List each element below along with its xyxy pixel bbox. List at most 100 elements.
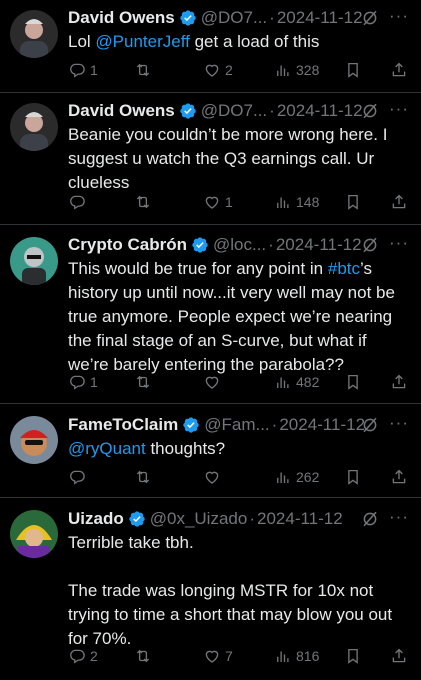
user-handle[interactable]: @0x_Uizado: [150, 509, 248, 529]
grok-icon[interactable]: [361, 416, 379, 434]
grok-icon[interactable]: [361, 9, 379, 27]
bookmark-button[interactable]: [344, 468, 366, 486]
views-button[interactable]: 816: [274, 647, 319, 665]
avatar[interactable]: [10, 103, 58, 151]
bookmark-button[interactable]: [344, 647, 366, 665]
view-count: 482: [296, 374, 320, 390]
view-count: 262: [296, 469, 320, 485]
tweet[interactable]: Crypto Cabrón @loc... · 2024-11-12 ··· T…: [0, 225, 421, 404]
view-count: 816: [296, 648, 320, 664]
tweet[interactable]: David Owens @DO7... · 2024-11-12 ··· Bea…: [0, 93, 421, 225]
view-count: 148: [296, 194, 320, 210]
tweet-date[interactable]: 2024-11-12: [279, 415, 365, 435]
display-name[interactable]: FameToClaim: [68, 415, 178, 435]
tweet-date[interactable]: 2024-11-12: [277, 8, 363, 28]
avatar[interactable]: [10, 416, 58, 464]
views-icon: [274, 61, 292, 79]
bookmark-icon: [344, 468, 362, 486]
more-options-icon[interactable]: ···: [389, 413, 409, 433]
reply-icon: [68, 468, 86, 486]
tweet-date[interactable]: 2024-11-12: [276, 235, 362, 255]
bookmark-icon: [344, 373, 362, 391]
mention-link[interactable]: @ryQuant: [68, 439, 146, 458]
grok-icon[interactable]: [361, 236, 379, 254]
hashtag-link[interactable]: #btc: [328, 259, 360, 278]
share-button[interactable]: [390, 647, 412, 665]
reply-button[interactable]: [68, 468, 90, 486]
like-button[interactable]: 2: [203, 61, 233, 79]
share-button[interactable]: [390, 468, 412, 486]
reply-button[interactable]: 2: [68, 647, 98, 665]
tweet[interactable]: FameToClaim @Fam... · 2024-11-12 ··· @ry…: [0, 404, 421, 498]
display-name[interactable]: David Owens: [68, 8, 175, 28]
views-button[interactable]: 482: [274, 373, 319, 391]
action-bar: 1 148: [68, 193, 411, 215]
tweet[interactable]: Uizado @0x_Uizado · 2024-11-12 ··· Terri…: [0, 498, 421, 680]
more-options-icon[interactable]: ···: [389, 99, 409, 119]
avatar[interactable]: [10, 237, 58, 285]
views-button[interactable]: 262: [274, 468, 319, 486]
grok-icon[interactable]: [361, 510, 379, 528]
user-handle[interactable]: @Fam...: [204, 415, 269, 435]
heart-icon: [203, 373, 221, 391]
avatar-image: [10, 103, 58, 151]
avatar[interactable]: [10, 10, 58, 58]
share-button[interactable]: [390, 193, 412, 211]
bookmark-icon: [344, 647, 362, 665]
tweet[interactable]: David Owens @DO7... · 2024-11-12 ··· Lol…: [0, 0, 421, 93]
verified-badge-icon: [179, 102, 197, 120]
retweet-icon: [134, 373, 152, 391]
mention-link[interactable]: @PunterJeff: [95, 32, 189, 51]
bookmark-button[interactable]: [344, 193, 366, 211]
share-icon: [390, 61, 408, 79]
avatar[interactable]: [10, 510, 58, 558]
verified-badge-icon: [191, 236, 209, 254]
share-icon: [390, 193, 408, 211]
like-button[interactable]: 1: [203, 193, 233, 211]
like-button[interactable]: [203, 373, 225, 391]
tweet-header: Uizado @0x_Uizado · 2024-11-12 ···: [68, 507, 411, 531]
share-button[interactable]: [390, 61, 412, 79]
retweet-icon: [134, 61, 152, 79]
view-count: 328: [296, 62, 320, 78]
avatar-image: [10, 237, 58, 285]
views-button[interactable]: 328: [274, 61, 319, 79]
bookmark-button[interactable]: [344, 373, 366, 391]
avatar-image: [10, 416, 58, 464]
text-segment: This would be true for any point in: [68, 259, 328, 278]
text-segment: thoughts?: [145, 439, 226, 458]
tweet-date[interactable]: 2024-11-12: [257, 509, 343, 529]
user-handle[interactable]: @loc...: [213, 235, 266, 255]
share-icon: [390, 373, 408, 391]
grok-icon[interactable]: [361, 102, 379, 120]
display-name[interactable]: Crypto Cabrón: [68, 235, 187, 255]
tweet-date[interactable]: 2024-11-12: [277, 101, 363, 121]
retweet-button[interactable]: [134, 61, 156, 79]
views-button[interactable]: 148: [274, 193, 319, 211]
verified-badge-icon: [179, 9, 197, 27]
user-handle[interactable]: @DO7...: [201, 101, 267, 121]
reply-button[interactable]: [68, 193, 90, 211]
retweet-button[interactable]: [134, 193, 156, 211]
bookmark-button[interactable]: [344, 61, 366, 79]
tweet-header: Crypto Cabrón @loc... · 2024-11-12 ···: [68, 233, 411, 257]
share-button[interactable]: [390, 373, 412, 391]
retweet-button[interactable]: [134, 373, 156, 391]
like-button[interactable]: 7: [203, 647, 233, 665]
reply-button[interactable]: 1: [68, 373, 98, 391]
like-button[interactable]: [203, 468, 225, 486]
retweet-button[interactable]: [134, 468, 156, 486]
more-options-icon[interactable]: ···: [389, 6, 409, 26]
more-options-icon[interactable]: ···: [389, 507, 409, 527]
avatar-image: [10, 510, 58, 558]
avatar-image: [10, 10, 58, 58]
display-name[interactable]: David Owens: [68, 101, 175, 121]
retweet-button[interactable]: [134, 647, 156, 665]
more-options-icon[interactable]: ···: [389, 233, 409, 253]
display-name[interactable]: Uizado: [68, 509, 124, 529]
retweet-icon: [134, 647, 152, 665]
user-handle[interactable]: @DO7...: [201, 8, 267, 28]
views-icon: [274, 373, 292, 391]
reply-button[interactable]: 1: [68, 61, 98, 79]
separator-dot: ·: [269, 8, 275, 27]
